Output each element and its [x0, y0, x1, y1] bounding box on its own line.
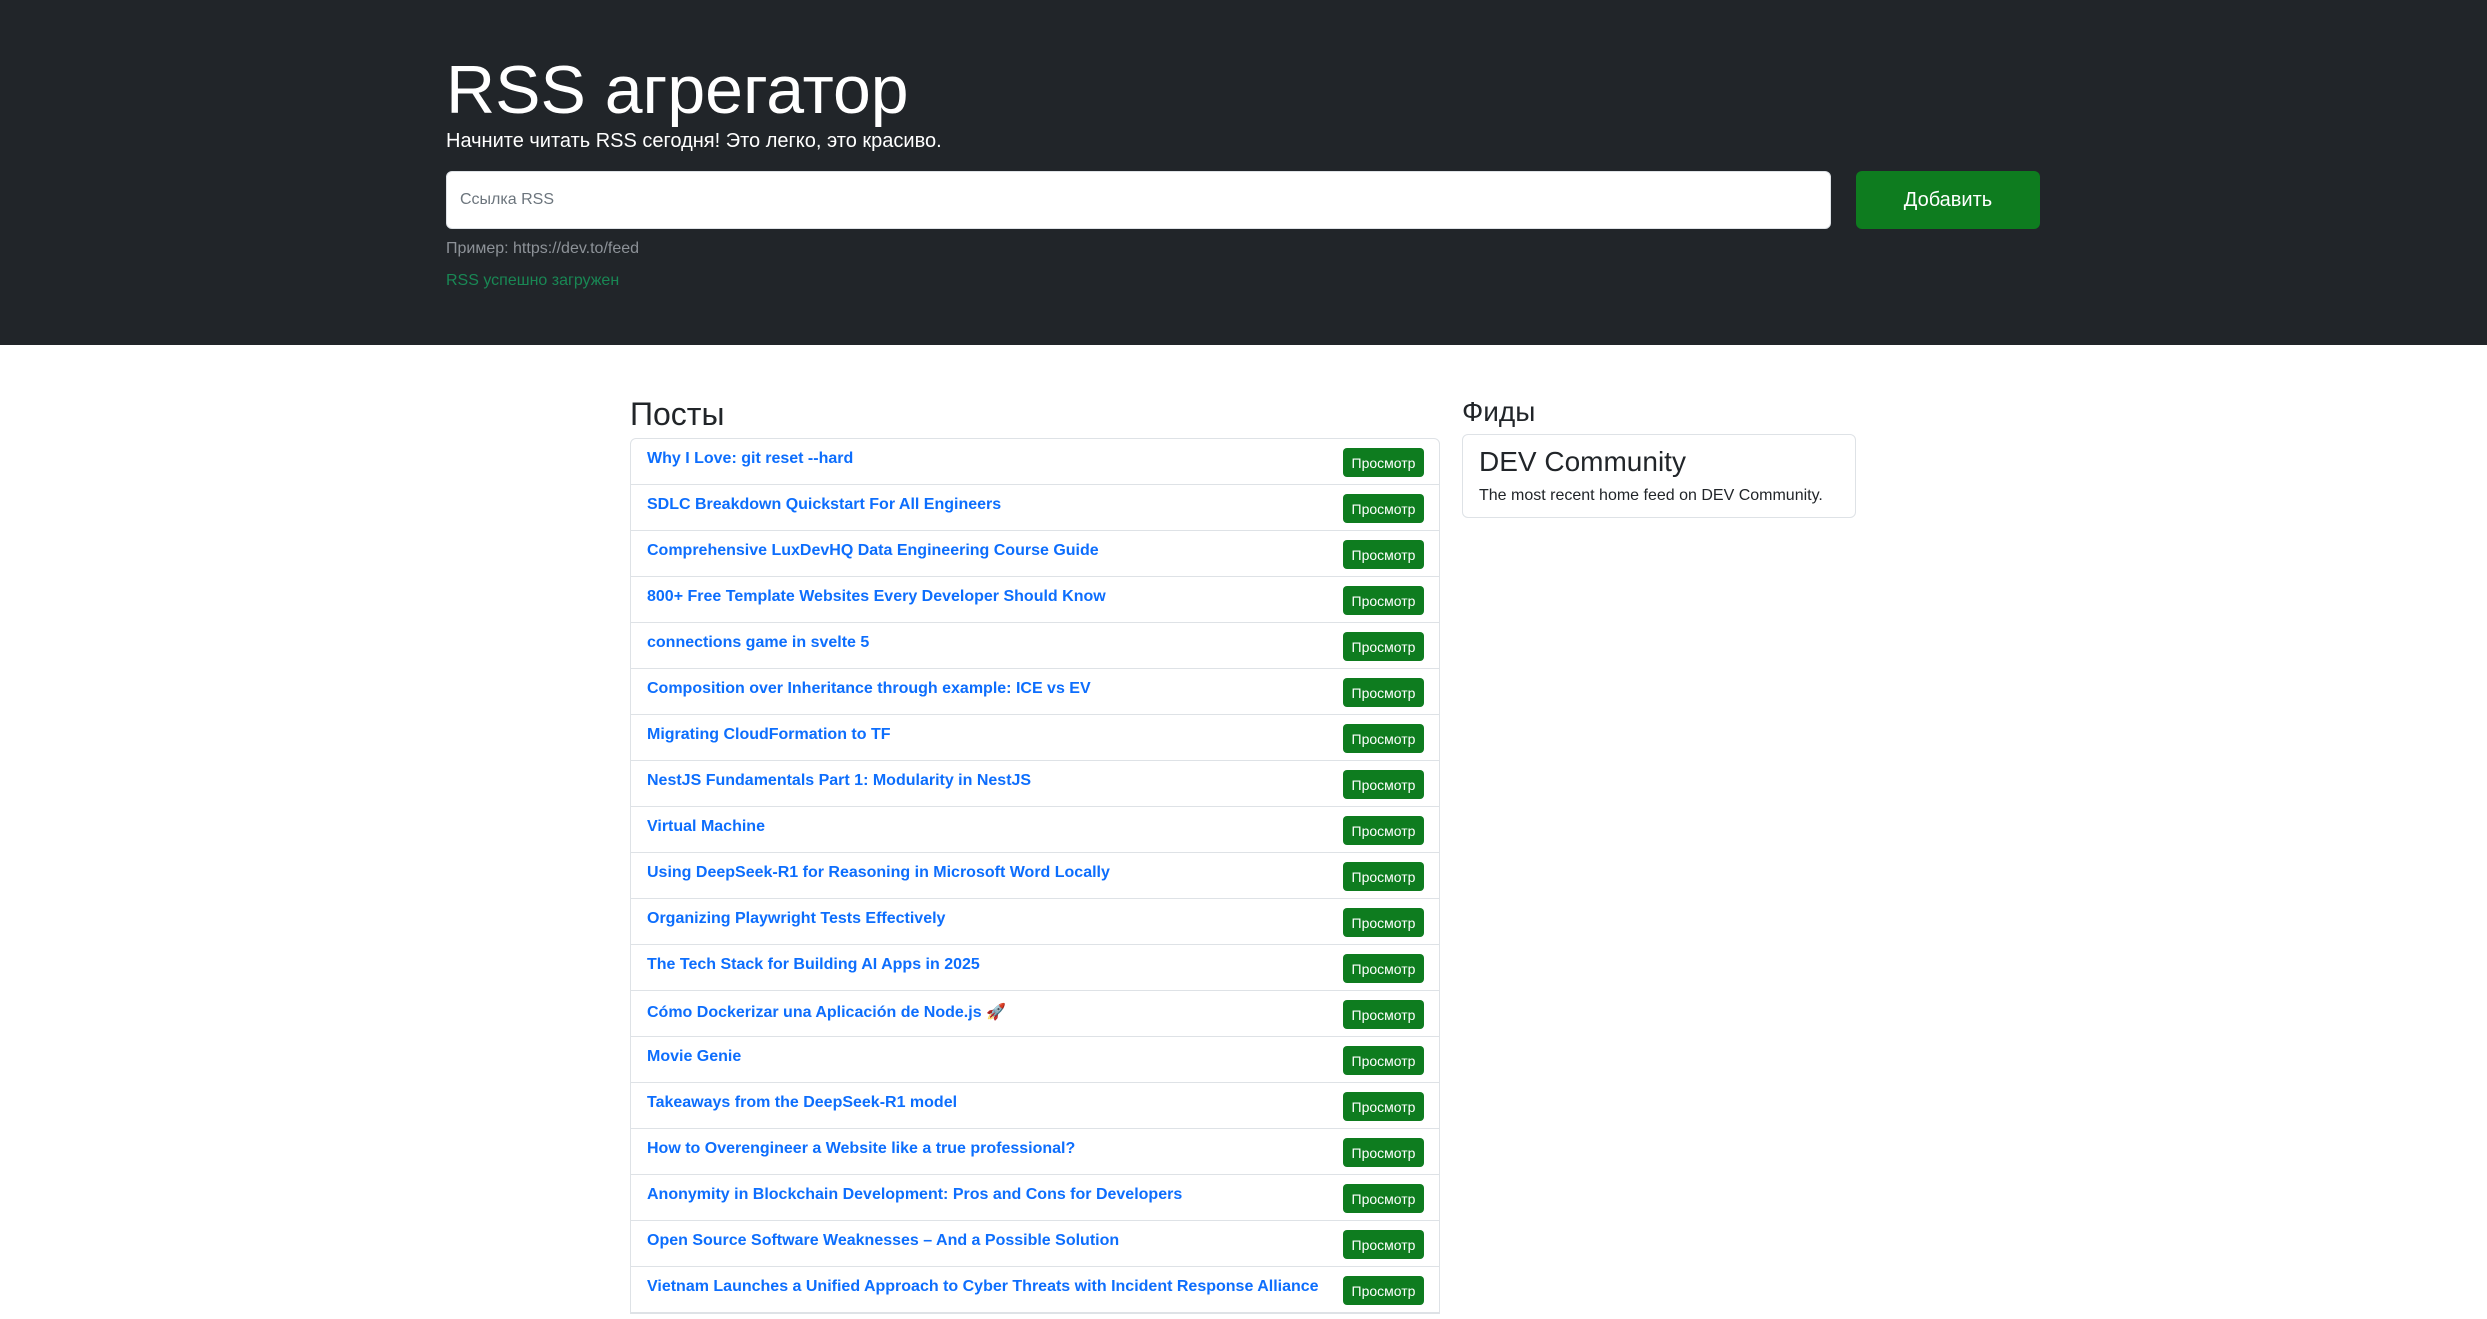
- view-post-button[interactable]: Просмотр: [1343, 678, 1424, 707]
- post-link[interactable]: The Tech Stack for Building AI Apps in 2…: [647, 956, 980, 974]
- post-link[interactable]: Takeaways from the DeepSeek-R1 model: [647, 1094, 957, 1112]
- post-link[interactable]: connections game in svelte 5: [647, 634, 869, 652]
- feed-description: The most recent home feed on DEV Communi…: [1479, 487, 1823, 504]
- post-list-item: The Tech Stack for Building AI Apps in 2…: [631, 945, 1439, 991]
- post-link[interactable]: Organizing Playwright Tests Effectively: [647, 910, 945, 928]
- feeds-title: Фиды: [1462, 396, 1536, 427]
- view-post-button[interactable]: Просмотр: [1343, 1092, 1424, 1121]
- post-link[interactable]: Cómo Dockerizar una Aplicación de Node.j…: [647, 1002, 1006, 1022]
- post-list-item: Open Source Software Weaknesses – And a …: [631, 1221, 1439, 1267]
- post-link[interactable]: How to Overengineer a Website like a tru…: [647, 1140, 1075, 1158]
- page-title: RSS агрегатор: [446, 52, 909, 128]
- post-link[interactable]: Open Source Software Weaknesses – And a …: [647, 1232, 1119, 1250]
- post-list-item: How to Overengineer a Website like a tru…: [631, 1129, 1439, 1175]
- posts-list: Why I Love: git reset --hard Просмотр SDLC…: [630, 438, 1440, 1314]
- post-link[interactable]: Using DeepSeek-R1 for Reasoning in Micro…: [647, 864, 1110, 882]
- post-link[interactable]: Comprehensive LuxDevHQ Data Engineering …: [647, 542, 1099, 560]
- view-post-button[interactable]: Просмотр: [1343, 1000, 1424, 1029]
- view-post-button[interactable]: Просмотр: [1343, 954, 1424, 983]
- view-post-button[interactable]: Просмотр: [1343, 1184, 1424, 1213]
- view-post-button[interactable]: Просмотр: [1343, 1276, 1424, 1305]
- feed-list-item: DEV Community The most recent home feed o…: [1463, 435, 1855, 517]
- post-list-item: Takeaways from the DeepSeek-R1 model Прос…: [631, 1083, 1439, 1129]
- post-link[interactable]: NestJS Fundamentals Part 1: Modularity i…: [647, 772, 1031, 790]
- post-link[interactable]: 800+ Free Template Websites Every Develo…: [647, 588, 1106, 606]
- feed-title: DEV Community: [1479, 446, 1686, 477]
- view-post-button[interactable]: Просмотр: [1343, 1230, 1424, 1259]
- hero-lead: Начните читать RSS сегодня! Это легко, э…: [446, 130, 942, 152]
- post-link[interactable]: Anonymity in Blockchain Development: Pro…: [647, 1186, 1182, 1204]
- post-list-item: Movie Genie Просмотр: [631, 1037, 1439, 1083]
- hero-section: RSS агрегатор Начните читать RSS сегодня…: [0, 0, 2487, 345]
- view-post-button[interactable]: Просмотр: [1343, 448, 1424, 477]
- post-link[interactable]: Migrating CloudFormation to TF: [647, 726, 891, 744]
- posts-title: Посты: [630, 396, 725, 432]
- rss-url-input[interactable]: [446, 171, 1831, 229]
- post-list-item: Why I Love: git reset --hard Просмотр: [631, 439, 1439, 485]
- post-list-item: Cómo Dockerizar una Aplicación de Node.j…: [631, 991, 1439, 1037]
- post-list-item: Virtual Machine Просмотр: [631, 807, 1439, 853]
- feeds-section: Фиды DEV Community The most recent home f…: [1462, 390, 1856, 518]
- post-link[interactable]: Virtual Machine: [647, 818, 765, 836]
- post-link[interactable]: SDLC Breakdown Quickstart For All Engine…: [647, 496, 1001, 514]
- hero-container: RSS агрегатор Начните читать RSS сегодня…: [446, 0, 2040, 345]
- post-list-item: Composition over Inheritance through exa…: [631, 669, 1439, 715]
- post-list-item: SDLC Breakdown Quickstart For All Engine…: [631, 485, 1439, 531]
- add-button[interactable]: Добавить: [1856, 171, 2040, 229]
- example-hint: Пример: https://dev.to/feed: [446, 240, 640, 257]
- post-list-item: Organizing Playwright Tests Effectively П…: [631, 899, 1439, 945]
- post-list-item: Comprehensive LuxDevHQ Data Engineering …: [631, 531, 1439, 577]
- post-list-item: Anonymity in Blockchain Development: Pro…: [631, 1175, 1439, 1221]
- posts-section: Посты Why I Love: git reset --hard Просмо…: [630, 390, 1440, 1314]
- view-post-button[interactable]: Просмотр: [1343, 770, 1424, 799]
- post-link[interactable]: Composition over Inheritance through exa…: [647, 680, 1091, 698]
- post-list-item: Vietnam Launches a Unified Approach to C…: [631, 1267, 1439, 1313]
- view-post-button[interactable]: Просмотр: [1343, 862, 1424, 891]
- post-list-item: connections game in svelte 5 Просмотр: [631, 623, 1439, 669]
- post-list-item: 800+ Free Template Websites Every Develo…: [631, 577, 1439, 623]
- view-post-button[interactable]: Просмотр: [1343, 1138, 1424, 1167]
- view-post-button[interactable]: Просмотр: [1343, 632, 1424, 661]
- post-link[interactable]: Why I Love: git reset --hard: [647, 450, 853, 468]
- post-list-item: NestJS Fundamentals Part 1: Modularity i…: [631, 761, 1439, 807]
- view-post-button[interactable]: Просмотр: [1343, 724, 1424, 753]
- post-link[interactable]: Movie Genie: [647, 1048, 741, 1066]
- post-list-item: Using DeepSeek-R1 for Reasoning in Micro…: [631, 853, 1439, 899]
- post-list-item: Migrating CloudFormation to TF Просмотр: [631, 715, 1439, 761]
- view-post-button[interactable]: Просмотр: [1343, 540, 1424, 569]
- post-link[interactable]: Vietnam Launches a Unified Approach to C…: [647, 1278, 1319, 1296]
- feedback-message: RSS успешно загружен: [446, 272, 620, 289]
- view-post-button[interactable]: Просмотр: [1343, 908, 1424, 937]
- view-post-button[interactable]: Просмотр: [1343, 494, 1424, 523]
- feeds-list: DEV Community The most recent home feed o…: [1462, 434, 1856, 518]
- view-post-button[interactable]: Просмотр: [1343, 1046, 1424, 1075]
- view-post-button[interactable]: Просмотр: [1343, 586, 1424, 615]
- view-post-button[interactable]: Просмотр: [1343, 816, 1424, 845]
